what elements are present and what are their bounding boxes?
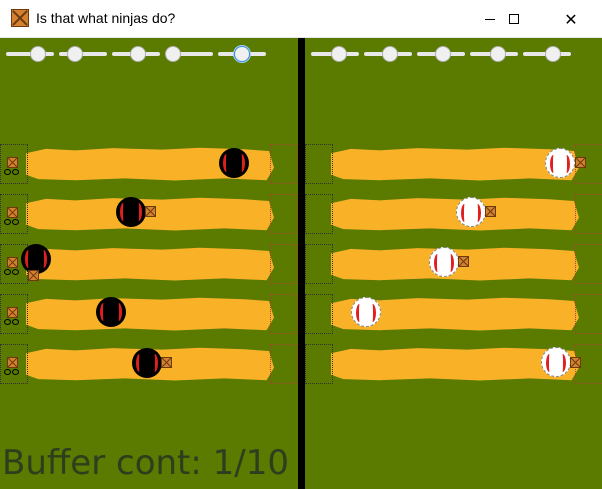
- ninja-light: [351, 297, 381, 327]
- maximize-button[interactable]: [491, 0, 537, 38]
- crate-icon: [575, 157, 586, 168]
- goggles-icon: [4, 269, 22, 277]
- ninja-dark: [116, 197, 146, 227]
- crate-icon: [28, 270, 39, 281]
- finish-zone: [575, 244, 602, 284]
- ninja-dark: [96, 297, 126, 327]
- finish-zone: [270, 344, 298, 384]
- goggles-icon: [4, 169, 22, 177]
- crate-icon: [7, 157, 18, 168]
- left-slider-1[interactable]: [6, 46, 54, 62]
- left-slider-3[interactable]: [112, 46, 160, 62]
- slider-thumb[interactable]: [545, 46, 561, 62]
- goggles-icon: [4, 319, 22, 327]
- slider-thumb[interactable]: [165, 46, 181, 62]
- crate-icon: [7, 257, 18, 268]
- right-slider-4[interactable]: [470, 46, 518, 62]
- app-crate-icon: [11, 9, 29, 27]
- left-slider-5[interactable]: [218, 46, 266, 62]
- crate-icon: [161, 357, 172, 368]
- ninja-light: [545, 148, 575, 178]
- close-icon: ✕: [564, 9, 578, 29]
- left-lane-1: [0, 144, 298, 184]
- maximize-icon: [509, 14, 519, 24]
- start-zone: [305, 194, 333, 234]
- start-zone: [305, 144, 333, 184]
- left-slider-4[interactable]: [165, 46, 213, 62]
- ninja-dark: [219, 148, 249, 178]
- left-slider-2[interactable]: [59, 46, 107, 62]
- right-lane-2: [305, 194, 602, 234]
- left-lane-4: [0, 294, 298, 334]
- left-lane-5: [0, 344, 298, 384]
- track: [331, 197, 579, 231]
- slider-thumb[interactable]: [382, 46, 398, 62]
- crate-icon: [458, 256, 469, 267]
- right-lane-4: [305, 294, 602, 334]
- slider-thumb[interactable]: [130, 46, 146, 62]
- start-zone: [305, 344, 333, 384]
- track: [26, 247, 274, 281]
- slider-thumb[interactable]: [234, 46, 250, 62]
- ninja-dark: [132, 348, 162, 378]
- right-slider-5[interactable]: [523, 46, 571, 62]
- goggles-icon: [4, 219, 22, 227]
- crate-icon: [7, 357, 18, 368]
- slider-thumb[interactable]: [67, 46, 83, 62]
- right-slider-1[interactable]: [311, 46, 359, 62]
- finish-zone: [270, 144, 298, 184]
- right-slider-2[interactable]: [364, 46, 412, 62]
- track: [331, 147, 579, 181]
- right-lane-1: [305, 144, 602, 184]
- start-zone: [305, 244, 333, 284]
- left-lane-3: [0, 244, 298, 284]
- panel-divider: [298, 38, 305, 489]
- ninja-light: [456, 197, 486, 227]
- slider-thumb[interactable]: [331, 46, 347, 62]
- crate-icon: [7, 307, 18, 318]
- slider-thumb[interactable]: [435, 46, 451, 62]
- start-zone: [305, 294, 333, 334]
- left-game-panel: Buffer cont: 1/10: [0, 38, 298, 489]
- slider-thumb[interactable]: [30, 46, 46, 62]
- finish-zone: [575, 194, 602, 234]
- track: [26, 297, 274, 331]
- finish-zone: [270, 244, 298, 284]
- ninja-light: [541, 347, 571, 377]
- crate-icon: [485, 206, 496, 217]
- crate-icon: [145, 206, 156, 217]
- finish-zone: [270, 194, 298, 234]
- finish-zone: [575, 294, 602, 334]
- crate-icon: [7, 207, 18, 218]
- right-lane-5: [305, 344, 602, 384]
- right-slider-3[interactable]: [417, 46, 465, 62]
- right-lane-3: [305, 244, 602, 284]
- crate-icon: [570, 357, 581, 368]
- goggles-icon: [4, 369, 22, 377]
- close-button[interactable]: ✕: [548, 0, 594, 38]
- right-game-panel: [305, 38, 602, 489]
- slider-thumb[interactable]: [490, 46, 506, 62]
- finish-zone: [270, 294, 298, 334]
- window-title: Is that what ninjas do?: [36, 10, 176, 26]
- ninja-light: [429, 247, 459, 277]
- left-lane-2: [0, 194, 298, 234]
- buffer-count-text: Buffer cont: 1/10: [2, 443, 289, 483]
- title-bar: Is that what ninjas do? ✕: [0, 0, 602, 38]
